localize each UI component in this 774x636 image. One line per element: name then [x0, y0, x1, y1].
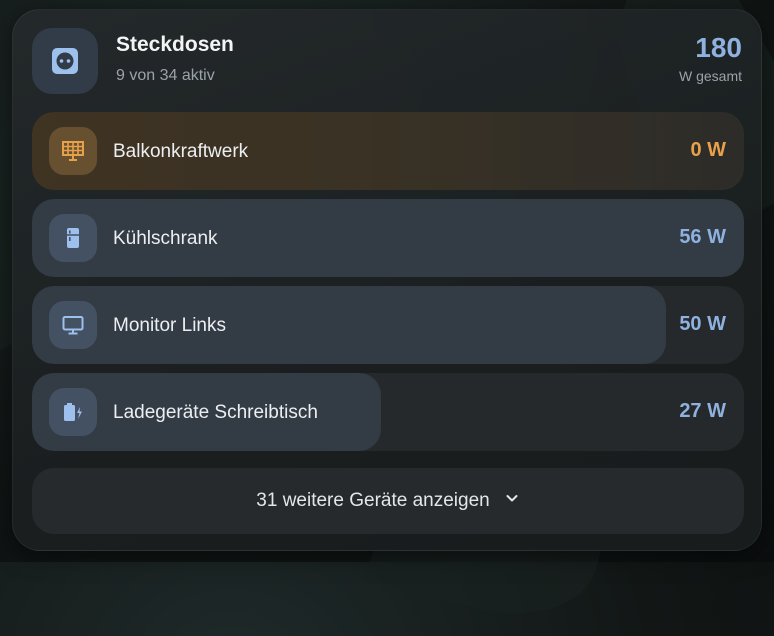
- device-name: Kühlschrank: [113, 228, 218, 249]
- device-name: Balkonkraftwerk: [113, 141, 249, 162]
- device-name: Monitor Links: [113, 315, 226, 336]
- power-socket-icon[interactable]: [32, 28, 98, 94]
- fridge-icon: [49, 214, 97, 262]
- power-sockets-card: Steckdosen 9 von 34 aktiv 180 W gesamt B…: [12, 9, 762, 551]
- show-more-button[interactable]: 31 weitere Geräte anzeigen: [32, 468, 744, 534]
- device-row-balkonkraftwerk[interactable]: Balkonkraftwerk 0 W: [32, 112, 744, 190]
- device-power: 0 W: [690, 139, 726, 161]
- solar-panel-icon: [49, 127, 97, 175]
- active-count: 9 von 34 aktiv: [116, 67, 215, 84]
- chevron-down-icon: [504, 490, 520, 512]
- device-power: 56 W: [679, 226, 726, 248]
- device-row-kuehlschrank[interactable]: Kühlschrank 56 W: [32, 199, 744, 277]
- device-row-ladegeraete-schreibtisch[interactable]: Ladegeräte Schreibtisch 27 W: [32, 373, 744, 451]
- show-more-label: 31 weitere Geräte anzeigen: [256, 490, 490, 511]
- monitor-icon: [49, 301, 97, 349]
- battery-charging-icon: [49, 388, 97, 436]
- total-power-unit: W gesamt: [678, 68, 742, 84]
- device-power: 27 W: [679, 400, 726, 422]
- device-row-monitor-links[interactable]: Monitor Links 50 W: [32, 286, 744, 364]
- device-name: Ladegeräte Schreibtisch: [113, 402, 318, 423]
- total-power: 180 W gesamt: [679, 32, 742, 84]
- card-title: Steckdosen: [116, 33, 234, 56]
- total-power-value: 180: [695, 32, 742, 63]
- device-power: 50 W: [679, 313, 726, 335]
